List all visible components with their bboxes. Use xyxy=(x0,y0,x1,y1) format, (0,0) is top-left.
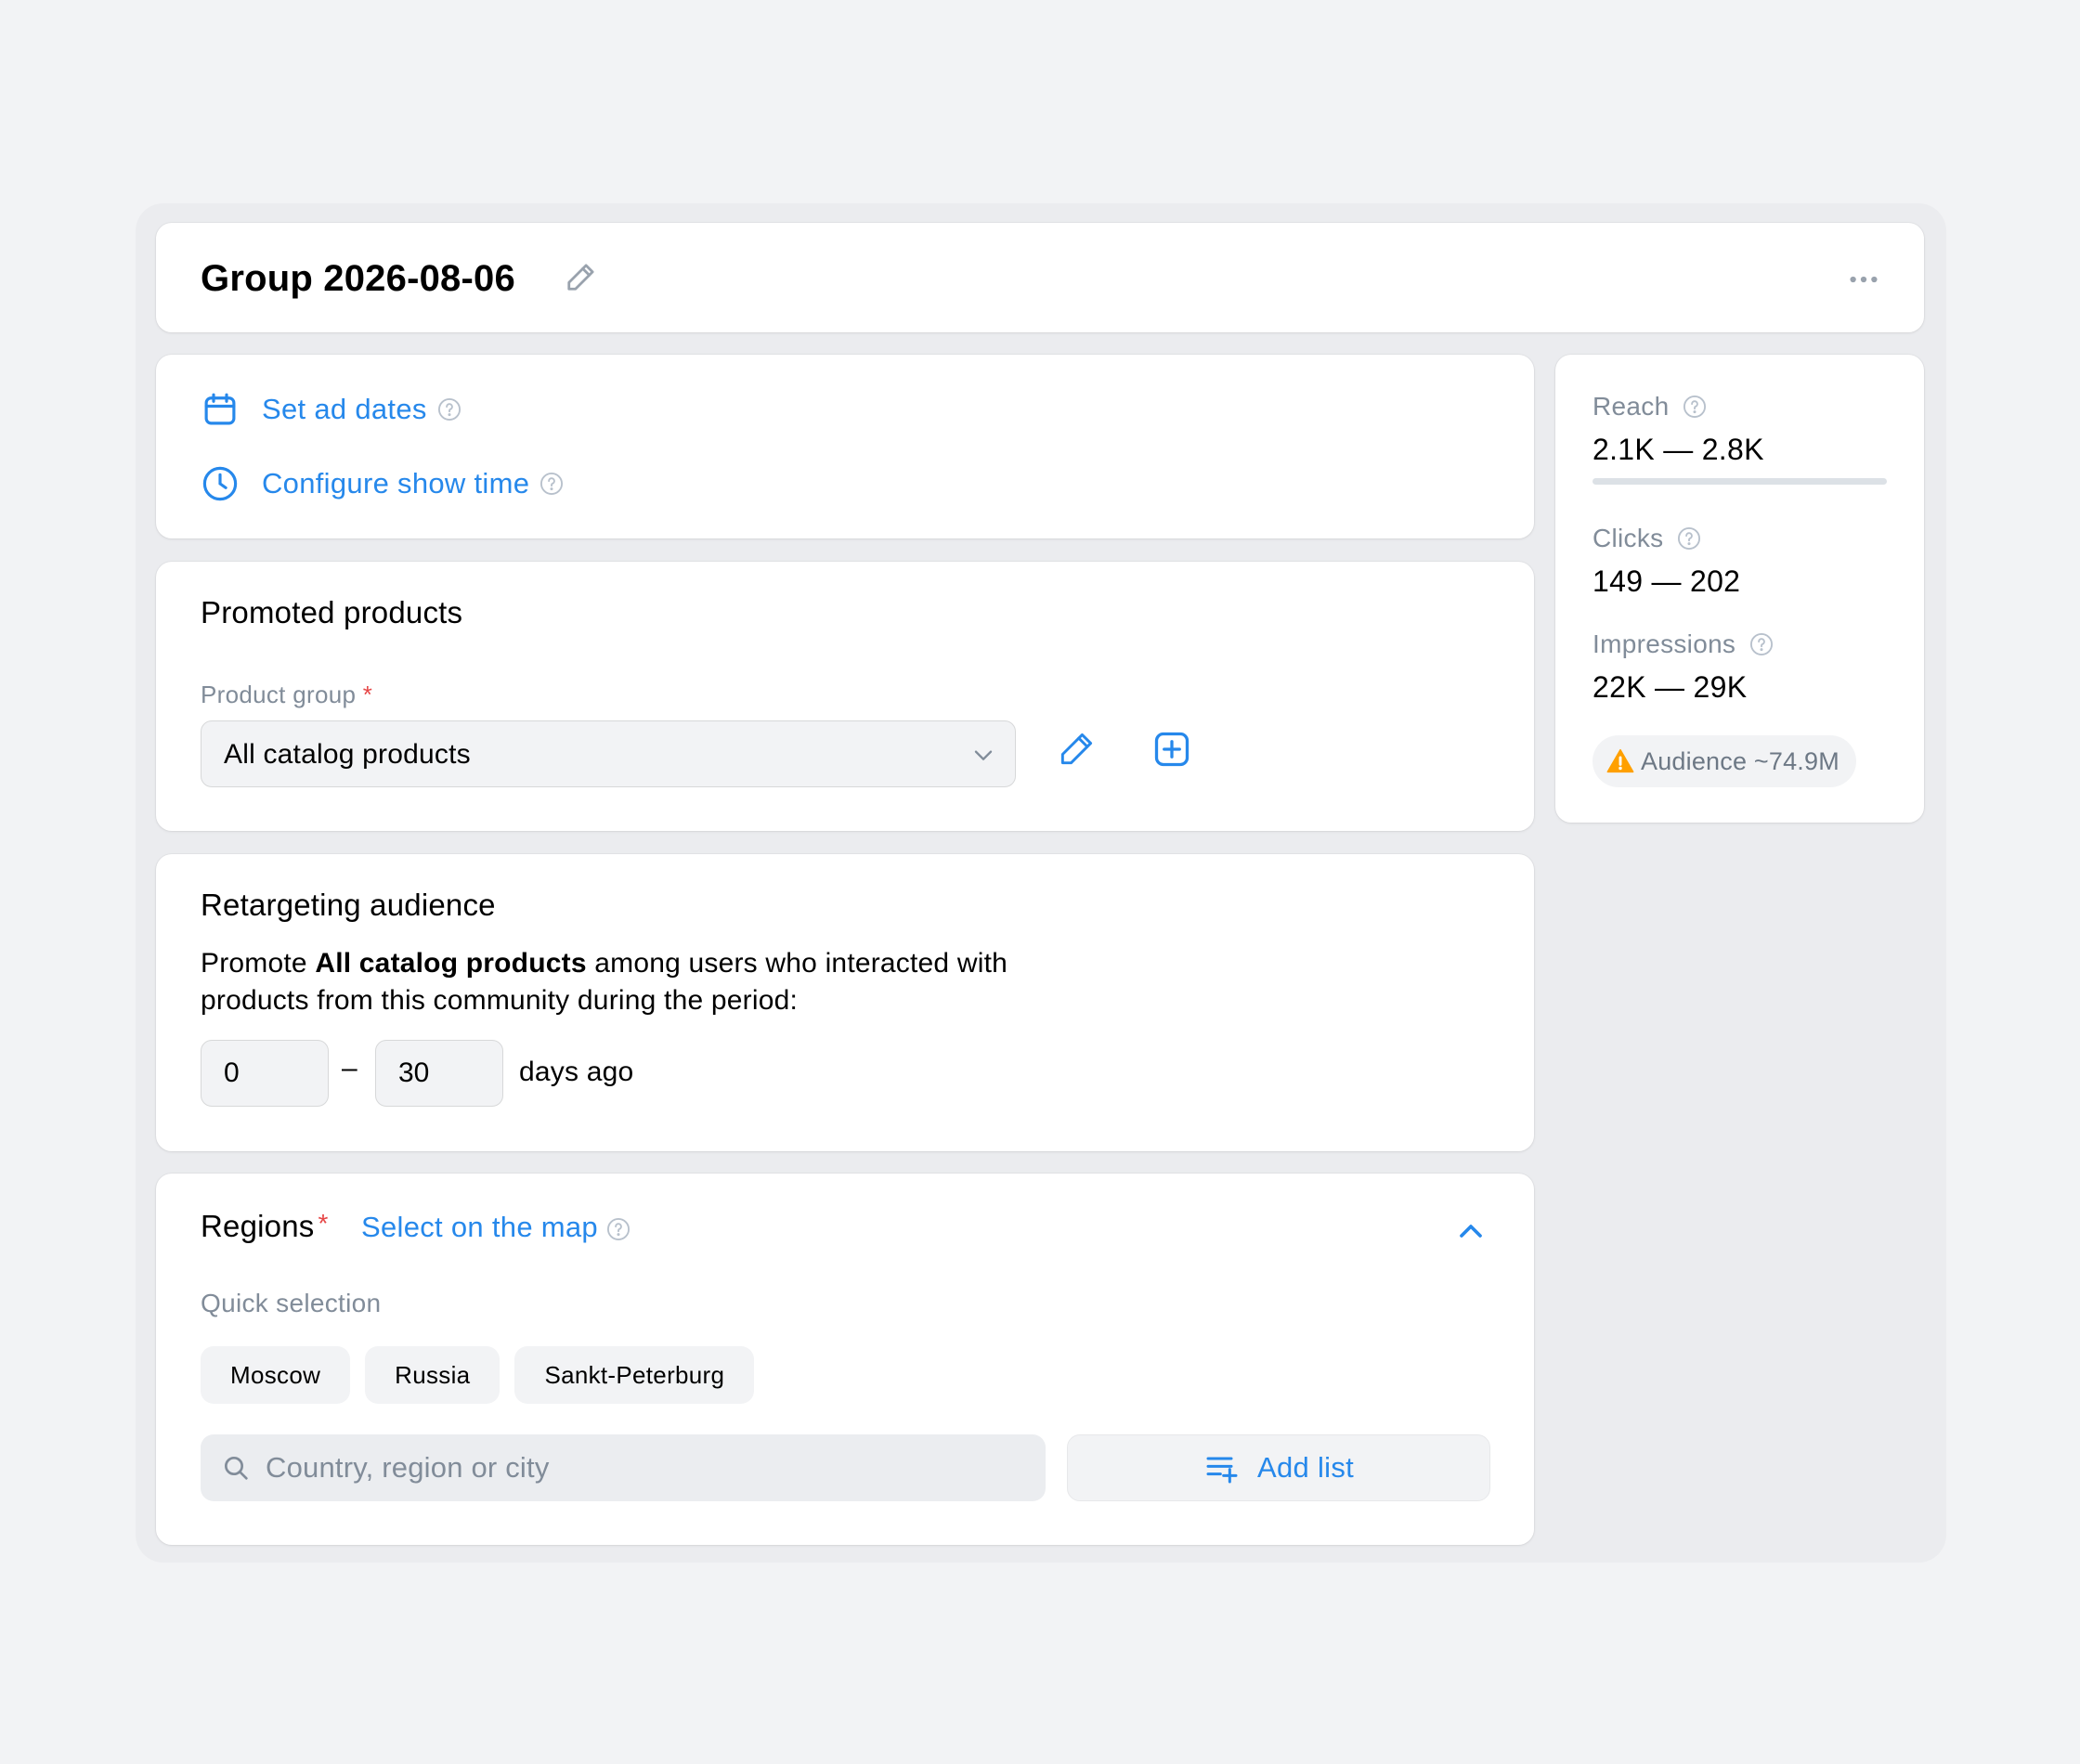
region-chip-russia[interactable]: Russia xyxy=(365,1346,500,1404)
region-chip-moscow[interactable]: Moscow xyxy=(201,1346,351,1404)
help-icon[interactable] xyxy=(605,1216,631,1242)
select-on-map-link[interactable]: Select on the map xyxy=(361,1211,598,1244)
region-search xyxy=(201,1434,1046,1501)
pencil-icon[interactable] xyxy=(561,258,600,297)
period-dash: – xyxy=(342,1053,358,1083)
audience-size-badge: Audience ~74.9M xyxy=(1592,735,1856,787)
help-icon[interactable] xyxy=(1682,394,1708,420)
quick-selection-chips: Moscow Russia Sankt-Peterburg xyxy=(201,1346,755,1404)
regions-card: Regions * Select on the map Quick selecti… xyxy=(156,1174,1534,1545)
add-list-button[interactable]: Add list xyxy=(1067,1434,1490,1501)
reach-progress-bar xyxy=(1592,478,1887,485)
list-add-icon xyxy=(1206,1457,1238,1484)
schedule-card: Set ad dates Configure show time xyxy=(156,355,1534,538)
warning-icon xyxy=(1606,748,1634,773)
days-ago-label: days ago xyxy=(519,1057,634,1087)
quick-selection-label: Quick selection xyxy=(201,1289,382,1317)
promoted-products-title: Promoted products xyxy=(201,595,463,629)
help-icon[interactable] xyxy=(1748,631,1774,657)
calendar-icon xyxy=(204,393,236,425)
help-icon[interactable] xyxy=(539,471,565,497)
regions-title: Regions * xyxy=(201,1209,329,1243)
select-on-map-row[interactable]: Select on the map xyxy=(361,1211,631,1244)
reach-label: Reach xyxy=(1592,392,1708,422)
help-icon[interactable] xyxy=(436,396,462,422)
audience-size-text: Audience ~74.9M xyxy=(1641,746,1840,775)
set-ad-dates-link[interactable]: Set ad dates xyxy=(262,393,427,426)
configure-show-time-link[interactable]: Configure show time xyxy=(262,467,529,500)
set-ad-dates-row[interactable]: Set ad dates xyxy=(201,386,462,433)
search-icon xyxy=(225,1457,248,1480)
product-group-label: Product group * xyxy=(201,681,373,708)
impressions-value: 22K — 29K xyxy=(1592,670,1748,704)
retargeting-title: Retargeting audience xyxy=(201,888,496,922)
reach-value: 2.1K — 2.8K xyxy=(1592,433,1764,466)
chevron-down-icon xyxy=(974,750,993,760)
group-title: Group 2026-08-06 xyxy=(201,258,515,299)
clicks-label: Clicks xyxy=(1592,524,1702,553)
clicks-value: 149 — 202 xyxy=(1592,564,1741,598)
period-to-input[interactable] xyxy=(375,1040,503,1107)
retargeting-description: Promote All catalog products among users… xyxy=(201,948,1008,1016)
period-from-input[interactable] xyxy=(201,1040,329,1107)
add-list-label: Add list xyxy=(1256,1451,1355,1484)
retargeting-audience-card: Retargeting audience Promote All catalog… xyxy=(156,854,1534,1151)
product-group-value: All catalog products xyxy=(224,739,471,770)
clock-icon xyxy=(202,466,238,501)
forecast-stats-card: Reach 2.1K — 2.8K Clicks 149 — 202 Impre… xyxy=(1555,355,1924,823)
chevron-up-icon[interactable] xyxy=(1452,1213,1489,1250)
group-header-card: Group 2026-08-06 xyxy=(156,223,1924,332)
edit-product-group-icon[interactable] xyxy=(1056,729,1097,770)
help-icon[interactable] xyxy=(1676,525,1702,551)
product-group-select[interactable]: All catalog products xyxy=(201,720,1016,787)
more-icon[interactable] xyxy=(1844,260,1883,299)
region-chip-sankt-peterburg[interactable]: Sankt-Peterburg xyxy=(514,1346,755,1404)
add-product-group-icon[interactable] xyxy=(1151,729,1192,770)
configure-show-time-row[interactable]: Configure show time xyxy=(201,460,565,507)
region-search-input[interactable] xyxy=(266,1434,1027,1501)
impressions-label: Impressions xyxy=(1592,629,1774,659)
promoted-products-card: Promoted products Product group * All ca… xyxy=(156,562,1534,831)
